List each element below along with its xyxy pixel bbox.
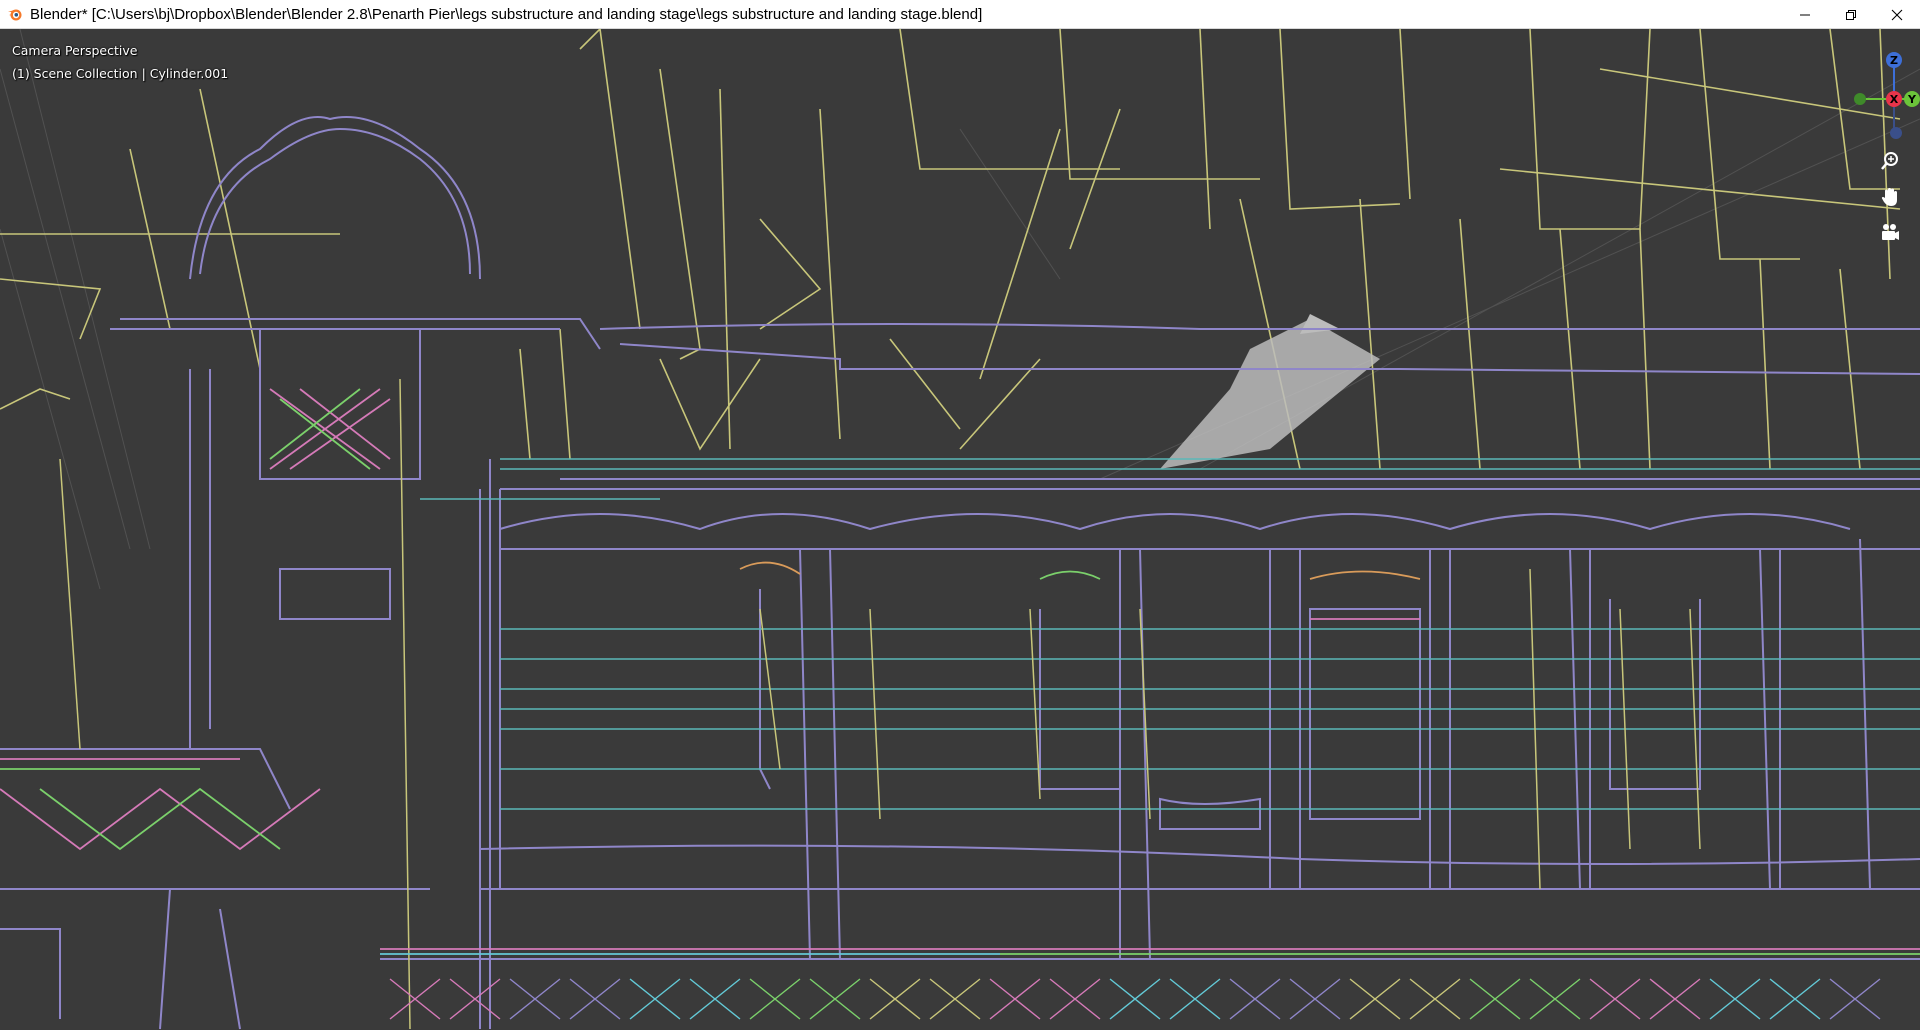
window-title: Blender* [C:\Users\bj\Dropbox\Blender\Bl… — [30, 5, 983, 23]
blender-logo-icon — [7, 6, 23, 22]
svg-text:Z: Z — [1890, 54, 1898, 67]
navigation-gizmo[interactable]: Z X Y — [1800, 37, 1920, 147]
minimize-button[interactable] — [1782, 0, 1828, 29]
zoom-icon — [1881, 152, 1898, 170]
colored-accents — [0, 388, 1920, 955]
scene-wireframe[interactable] — [0, 29, 1920, 1030]
camera-view-icon — [1882, 224, 1899, 240]
pan-tool-button[interactable] — [1876, 183, 1904, 211]
blender-window: Blender* [C:\Users\bj\Dropbox\Blender\Bl… — [0, 0, 1920, 1030]
gizmo-neg-z-handle[interactable] — [1890, 127, 1902, 139]
pan-hand-icon — [1881, 188, 1897, 206]
close-icon — [1891, 9, 1903, 20]
zoom-tool-button[interactable] — [1876, 147, 1904, 175]
window-titlebar[interactable]: Blender* [C:\Users\bj\Dropbox\Blender\Bl… — [0, 0, 1920, 29]
collection-info-label: (1) Scene Collection | Cylinder.001 — [12, 66, 229, 81]
gizmo-z-handle[interactable]: Z — [1886, 52, 1902, 68]
minimize-icon — [1800, 14, 1810, 15]
balustrade-pattern — [389, 978, 1881, 1020]
close-button[interactable] — [1874, 0, 1920, 29]
view-name-label: Camera Perspective — [12, 43, 138, 58]
perspective-guides — [0, 29, 1920, 590]
svg-text:X: X — [1890, 93, 1899, 106]
camera-view-button[interactable] — [1876, 219, 1904, 247]
restore-icon — [1846, 9, 1856, 20]
window-frames — [59, 378, 1701, 1030]
building-outline — [0, 116, 1920, 1030]
gizmo-x-handle[interactable]: X — [1886, 91, 1902, 107]
gizmo-y-handle[interactable]: Y — [1904, 91, 1920, 107]
restore-button[interactable] — [1828, 0, 1874, 29]
3d-viewport[interactable]: Camera Perspective (1) Scene Collection … — [0, 29, 1920, 1030]
gizmo-neg-y-handle[interactable] — [1854, 93, 1866, 105]
window-controls — [1782, 0, 1920, 29]
teal-lines — [420, 458, 1920, 810]
svg-text:Y: Y — [1907, 93, 1917, 106]
